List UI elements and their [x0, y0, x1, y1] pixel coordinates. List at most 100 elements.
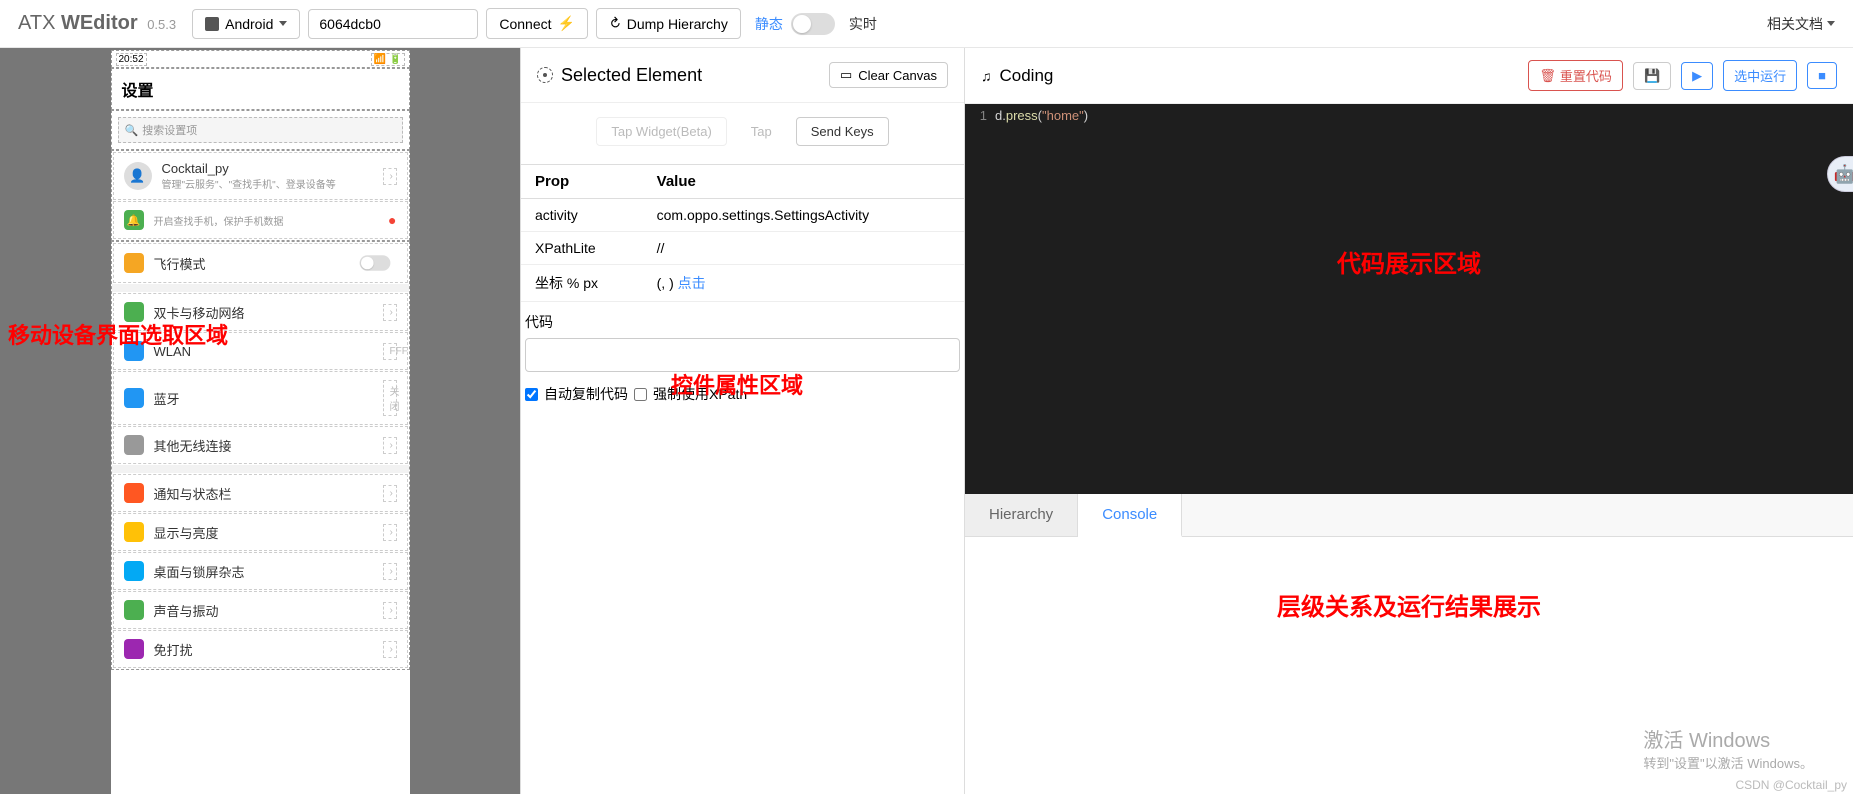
- dump-label: Dump Hierarchy: [627, 16, 728, 32]
- phone-frame[interactable]: 20:52 📶 🔋 设置 🔍 搜索设置项 👤 Cocktail_py 管理"云服…: [111, 50, 410, 794]
- code-line: d.press("home"): [995, 108, 1088, 123]
- search-box[interactable]: 🔍 搜索设置项: [118, 117, 403, 143]
- click-link[interactable]: 点击: [678, 275, 706, 291]
- avatar-icon: 👤: [124, 162, 152, 190]
- trash-icon: 🗑: [1539, 68, 1556, 84]
- prop-header: Prop: [521, 165, 643, 199]
- search-icon: 🔍: [125, 124, 139, 137]
- item-label: 通知与状态栏: [154, 484, 373, 503]
- clear-canvas-button[interactable]: ▭ Clear Canvas: [829, 62, 948, 88]
- search-row: 🔍 搜索设置项: [111, 110, 410, 150]
- annotation-code: 代码展示区域: [1337, 244, 1481, 279]
- settings-list: 飞行模式双卡与移动网络›WLANFFF蓝牙关闭其他无线连接›通知与状态栏›显示与…: [111, 241, 410, 670]
- bottom-tabs: Hierarchy Console: [965, 494, 1853, 537]
- selected-title: Selected Element: [537, 65, 702, 86]
- chevron-right-icon: ›: [383, 485, 397, 502]
- prop-row: activitycom.oppo.settings.SettingsActivi…: [521, 199, 964, 232]
- account-item[interactable]: 👤 Cocktail_py 管理"云服务"、"查找手机"、登录设备等 ›: [113, 152, 408, 200]
- tap-widget-button[interactable]: Tap Widget(Beta): [596, 117, 726, 146]
- device-id-input[interactable]: [308, 9, 478, 39]
- list-item[interactable]: 免打扰›: [113, 630, 408, 668]
- item-label: 飞行模式: [154, 254, 343, 273]
- dump-hierarchy-button[interactable]: ↻ Dump Hierarchy: [596, 8, 741, 39]
- line-number: 1: [965, 108, 995, 123]
- list-item[interactable]: 通知与状态栏 ›: [113, 474, 408, 512]
- annotation-console: 层级关系及运行结果展示: [985, 587, 1833, 622]
- caret-down-icon: [1827, 21, 1835, 26]
- console-area: 层级关系及运行结果展示 激活 Windows 转到"设置"以激活 Windows…: [965, 537, 1853, 794]
- coding-title-text: Coding: [1000, 66, 1054, 86]
- account-sub: 管理"云服务"、"查找手机"、登录设备等: [162, 176, 373, 191]
- item-label: 桌面与锁屏杂志: [154, 562, 373, 581]
- toggle-icon[interactable]: [359, 255, 390, 270]
- list-item[interactable]: 飞行模式: [113, 243, 408, 283]
- chevron-right-icon: ›: [383, 563, 397, 580]
- force-xpath-checkbox[interactable]: [634, 388, 647, 401]
- list-item[interactable]: 桌面与锁屏杂志 ›: [113, 552, 408, 590]
- save-button[interactable]: 💾: [1633, 62, 1671, 90]
- item-label: 显示与亮度: [154, 523, 373, 542]
- static-label: 静态: [755, 14, 783, 34]
- prop-value: (, ) 点击: [643, 265, 964, 302]
- chevron-right-icon: ›: [383, 437, 397, 454]
- list-item[interactable]: 蓝牙关闭: [113, 371, 408, 425]
- reload-icon: ↻: [605, 13, 625, 33]
- list-item[interactable]: 其他无线连接›: [113, 426, 408, 464]
- docs-link[interactable]: 相关文档: [1767, 14, 1835, 34]
- credit: CSDN @Cocktail_py: [1735, 778, 1847, 792]
- status-text: 关闭: [383, 380, 397, 416]
- tap-button[interactable]: Tap: [737, 117, 786, 146]
- music-icon: [981, 66, 992, 86]
- code-input[interactable]: [525, 338, 960, 372]
- item-label: 声音与振动: [154, 601, 373, 620]
- item-icon: [124, 483, 144, 503]
- reset-code-button[interactable]: 🗑 重置代码: [1528, 60, 1623, 91]
- coding-header: Coding 🗑 重置代码 💾 ▶ 选中运行 ■: [965, 48, 1853, 104]
- send-keys-button[interactable]: Send Keys: [796, 117, 889, 146]
- item-label: 免打扰: [154, 640, 373, 659]
- search-placeholder: 搜索设置项: [142, 122, 197, 138]
- alert-icon: ●: [388, 212, 396, 228]
- item-icon: [124, 600, 144, 620]
- prop-name: 坐标 % px: [521, 265, 643, 302]
- stop-button[interactable]: ■: [1807, 62, 1837, 89]
- status-text: FFF: [383, 343, 397, 360]
- android-icon: [205, 17, 219, 31]
- prop-value: com.oppo.settings.SettingsActivity: [643, 199, 964, 232]
- code-editor[interactable]: 1 d.press("home") 代码展示区域: [965, 104, 1853, 494]
- reset-label: 重置代码: [1560, 66, 1612, 85]
- auto-copy-checkbox[interactable]: [525, 388, 538, 401]
- tab-hierarchy[interactable]: Hierarchy: [965, 494, 1078, 536]
- play-button[interactable]: ▶: [1681, 62, 1713, 90]
- brand-version: 0.5.3: [147, 17, 176, 32]
- item-icon: [124, 388, 144, 408]
- auto-copy-label: 自动复制代码: [544, 384, 628, 404]
- brand-prefix: ATX: [18, 12, 61, 34]
- platform-label: Android: [225, 16, 273, 32]
- list-item[interactable]: 显示与亮度›: [113, 513, 408, 551]
- connect-label: Connect: [499, 16, 551, 32]
- list-item[interactable]: 声音与振动›: [113, 591, 408, 629]
- tab-console[interactable]: Console: [1078, 494, 1182, 537]
- item-label: 蓝牙: [154, 389, 373, 408]
- run-selected-button[interactable]: 选中运行: [1723, 60, 1797, 91]
- element-actions: Tap Widget(Beta) Tap Send Keys: [521, 103, 964, 164]
- top-toolbar: ATX WEditor 0.5.3 Android Connect ⚡ ↻ Du…: [0, 0, 1853, 48]
- connect-button[interactable]: Connect ⚡: [486, 8, 588, 39]
- device-screen-panel: 移动设备界面选取区域 20:52 📶 🔋 设置 🔍 搜索设置项 👤 Cockta…: [0, 48, 520, 794]
- prop-value: //: [643, 232, 964, 265]
- prop-row: XPathLite//: [521, 232, 964, 265]
- clear-icon: ▭: [840, 67, 852, 83]
- prop-row: 坐标 % px(, ) 点击: [521, 265, 964, 302]
- chevron-right-icon: ›: [383, 304, 397, 321]
- item-icon: [124, 561, 144, 581]
- annotation-mid: 控件属性区域: [671, 368, 803, 400]
- account-name: Cocktail_py: [162, 161, 373, 176]
- platform-select[interactable]: Android: [192, 9, 300, 39]
- realtime-toggle[interactable]: [791, 13, 835, 35]
- chevron-right-icon: ›: [383, 168, 397, 185]
- status-icons: 📶 🔋: [371, 53, 405, 66]
- security-item[interactable]: 🔔 开启查找手机，保护手机数据 ●: [113, 201, 408, 239]
- clear-label: Clear Canvas: [858, 68, 937, 83]
- connect-icon: ⚡: [558, 15, 575, 32]
